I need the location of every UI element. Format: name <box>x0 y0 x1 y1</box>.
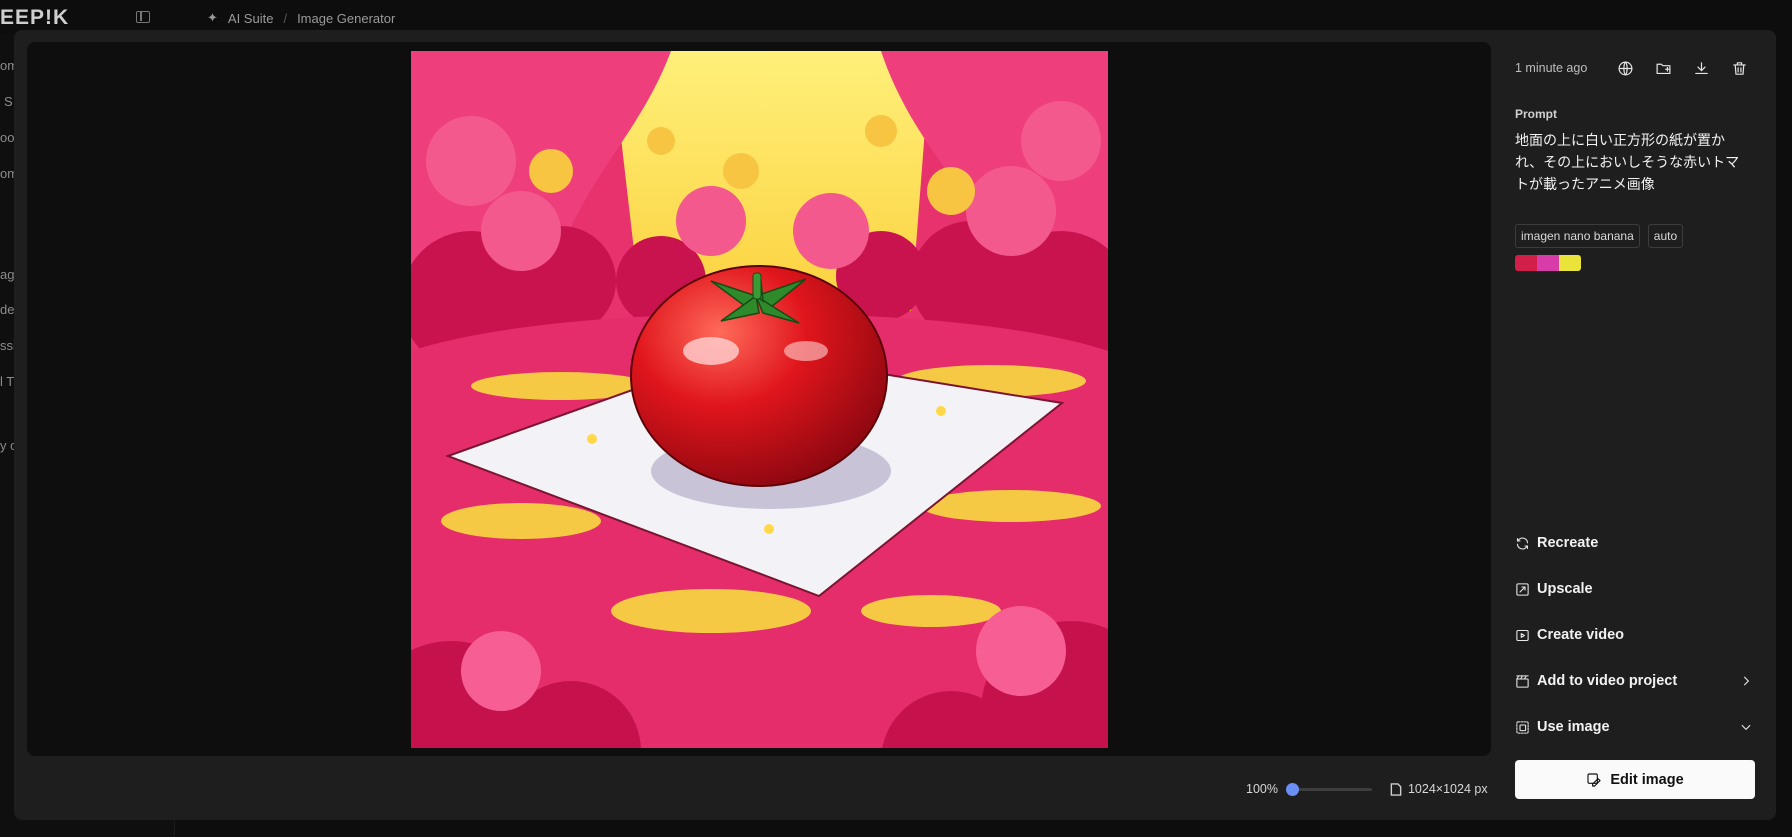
logo: EEP!K <box>0 6 70 29</box>
prompt-text: 地面の上に白い正方形の紙が置かれ、その上においしそうな赤いトマトが載ったアニメ画… <box>1515 133 1740 193</box>
add-to-video-project-label: Add to video project <box>1537 673 1678 689</box>
upscale-button[interactable]: Upscale <box>1515 566 1755 612</box>
meta-actions <box>1615 58 1749 78</box>
prompt-label: Prompt <box>1515 107 1557 121</box>
chevron-right-icon <box>1743 676 1750 686</box>
file-icon <box>1390 782 1402 796</box>
palette-swatch-yellow <box>1559 255 1581 271</box>
sidebar-fragment: l T <box>0 374 15 389</box>
zoom-slider[interactable] <box>1285 782 1372 796</box>
edit-image-button[interactable]: Edit image <box>1515 760 1755 799</box>
sidebar-fragment: S <box>4 94 13 109</box>
app-topbar: EEP!K ✦ AI Suite / Image Generator <box>0 0 1792 34</box>
create-video-label: Create video <box>1537 627 1625 643</box>
zoom-level: 100% <box>1246 782 1278 796</box>
action-list: Recreate Upscale Create video Add to vid… <box>1515 520 1755 750</box>
viewer-footer: 100% 1024×1024 px <box>1246 781 1488 797</box>
breadcrumb: ✦ AI Suite / Image Generator <box>207 10 395 26</box>
image-stage <box>27 42 1491 756</box>
tag-list: imagen nano banana auto <box>1515 224 1684 248</box>
palette-swatch-red <box>1515 255 1537 271</box>
dimensions-text: 1024×1024 px <box>1407 782 1488 796</box>
color-palette <box>1515 255 1581 271</box>
breadcrumb-ai-suite[interactable]: AI Suite <box>228 11 274 26</box>
palette-swatch-magenta <box>1537 255 1559 271</box>
aspect-tag: auto <box>1647 224 1684 248</box>
edit-image-icon <box>1587 772 1602 787</box>
download-icon[interactable] <box>1691 58 1711 78</box>
edit-image-label: Edit image <box>1610 771 1684 788</box>
meta-row: 1 minute ago <box>1515 58 1755 78</box>
sidebar-toggle-icon[interactable] <box>136 11 150 23</box>
use-image-button[interactable]: Use image <box>1515 704 1755 750</box>
breadcrumb-image-generator[interactable]: Image Generator <box>297 11 395 26</box>
breadcrumb-separator: / <box>283 10 288 26</box>
add-to-folder-icon[interactable] <box>1653 58 1673 78</box>
upscale-icon <box>1516 582 1529 596</box>
model-tag: imagen nano banana <box>1515 224 1640 248</box>
create-video-button[interactable]: Create video <box>1515 612 1755 658</box>
generated-image[interactable] <box>411 51 1108 748</box>
timestamp: 1 minute ago <box>1515 61 1588 75</box>
recreate-icon <box>1516 537 1529 549</box>
globe-icon[interactable] <box>1615 58 1635 78</box>
use-image-label: Use image <box>1537 719 1610 735</box>
sidebar-fragment: ag <box>0 267 15 282</box>
recreate-button[interactable]: Recreate <box>1515 520 1755 566</box>
use-image-icon <box>1516 720 1529 734</box>
zoom-slider-handle[interactable] <box>1285 782 1299 796</box>
trash-icon[interactable] <box>1729 58 1749 78</box>
image-dimensions: 1024×1024 px <box>1390 782 1488 796</box>
image-details-panel: 1 minute ago Prompt 地面の上に白い正方形の紙が置かれ、その上… <box>1515 42 1755 812</box>
ai-suite-sparkle-icon: ✦ <box>207 10 218 25</box>
add-to-video-project-button[interactable]: Add to video project <box>1515 658 1755 704</box>
video-project-icon <box>1516 674 1529 688</box>
upscale-label: Upscale <box>1537 581 1593 597</box>
chevron-down-icon <box>1741 724 1751 731</box>
sidebar-fragment: de <box>0 302 15 317</box>
sidebar-fragment: oo <box>0 130 15 145</box>
create-video-icon <box>1516 629 1529 641</box>
recreate-label: Recreate <box>1537 535 1599 551</box>
